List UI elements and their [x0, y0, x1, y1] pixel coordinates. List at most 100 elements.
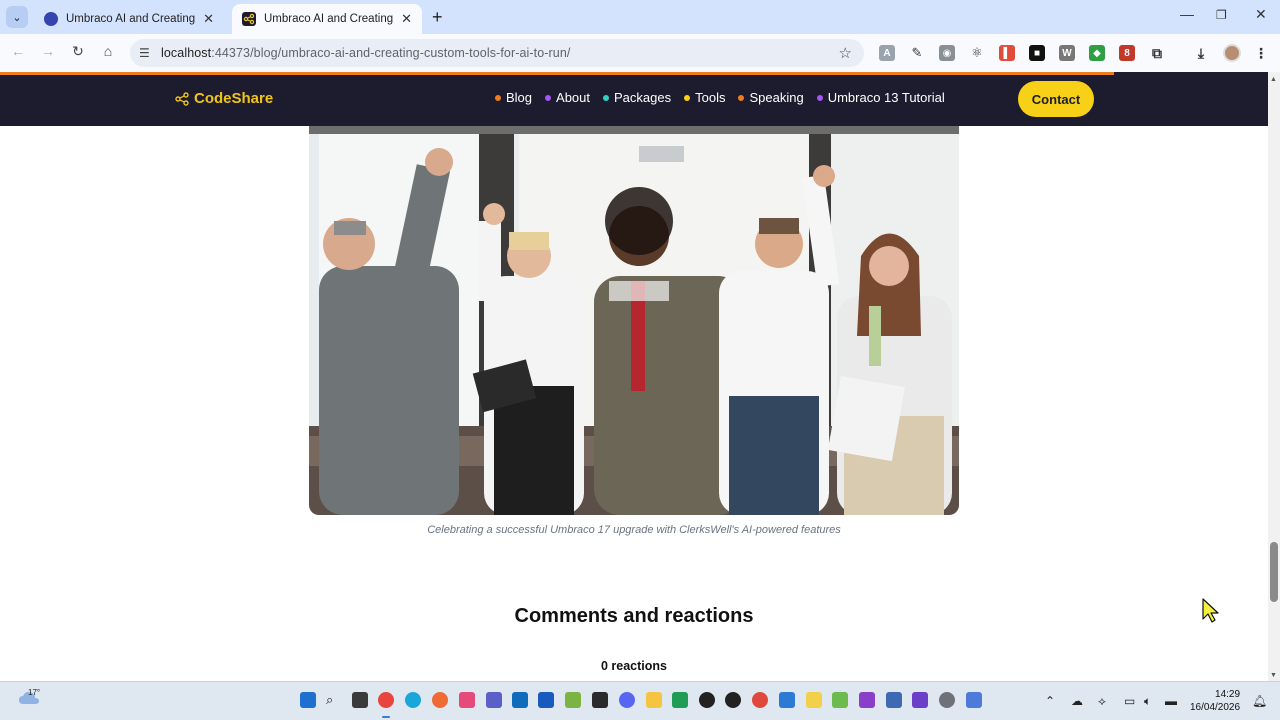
- extensions-puzzle-icon[interactable]: ⧉: [1149, 45, 1165, 61]
- scroll-down-arrow-icon[interactable]: ▼: [1270, 672, 1277, 679]
- page-scrollbar[interactable]: ▲ ▼: [1268, 72, 1280, 681]
- close-tab-icon[interactable]: ✕: [401, 11, 412, 27]
- settings-gear-icon[interactable]: [939, 692, 955, 708]
- terminal-icon[interactable]: [592, 692, 608, 708]
- battery-icon[interactable]: ▬: [1165, 694, 1177, 708]
- site-info-icon[interactable]: ☰: [139, 46, 153, 60]
- reload-button[interactable]: ↻: [68, 43, 88, 60]
- tab-title: Umbraco AI and Creating Custo: [264, 13, 394, 25]
- extension-react-icon[interactable]: ⚛: [969, 45, 985, 61]
- nav-item-umbraco-13-tutorial[interactable]: Umbraco 13 Tutorial: [816, 90, 945, 105]
- discord-icon[interactable]: [619, 692, 635, 708]
- scrollbar-thumb[interactable]: [1270, 542, 1278, 602]
- onedrive-icon[interactable]: ☁: [1071, 694, 1083, 708]
- comments-heading: Comments and reactions: [514, 605, 754, 627]
- mouse-cursor-icon: [1202, 598, 1219, 623]
- nav-item-packages[interactable]: Packages: [603, 90, 671, 105]
- snipping-tool-icon[interactable]: [806, 692, 822, 708]
- nav-dot-icon: [684, 94, 691, 101]
- back-button[interactable]: ←: [8, 43, 28, 59]
- display-icon[interactable]: ▭: [1124, 694, 1135, 708]
- clock-date: 16/04/2026: [1190, 702, 1241, 713]
- url-path: :44373/blog/umbraco-ai-and-creating-cust…: [211, 46, 571, 60]
- taskbar-clock[interactable]: 14:29 16/04/2026: [1190, 688, 1240, 714]
- file-explorer-icon[interactable]: [646, 692, 662, 708]
- extension-camera-icon[interactable]: ◉: [939, 45, 955, 61]
- slack-icon[interactable]: [459, 692, 475, 708]
- onenote-icon[interactable]: [859, 692, 875, 708]
- vscode-icon[interactable]: [779, 692, 795, 708]
- extension-leaf-icon[interactable]: ◆: [1089, 45, 1105, 61]
- downloads-icon[interactable]: ⤓: [1193, 45, 1209, 61]
- site-logo[interactable]: CodeShare: [175, 90, 273, 107]
- nav-label: About: [556, 90, 591, 105]
- os-taskbar: 17° ⌕ ⌃ ☁ ⟡ ▭ 🔈︎ ▬ 14:29 16/04/2026 🔔︎: [0, 681, 1280, 720]
- teams-icon[interactable]: [486, 692, 502, 708]
- extension-square-icon[interactable]: ■: [1029, 45, 1045, 61]
- tray-network-icon[interactable]: ⟡: [1098, 694, 1106, 709]
- browser-tab-2[interactable]: Umbraco AI and Creating Custo ✕: [232, 4, 422, 34]
- volume-icon[interactable]: 🔈︎: [1144, 694, 1151, 709]
- site-header: CodeShare Blog About Packages Tools Spea…: [0, 72, 1268, 126]
- extension-bookmark-icon[interactable]: ▌: [999, 45, 1015, 61]
- nav-item-tools[interactable]: Tools: [684, 90, 725, 105]
- minimize-window-button[interactable]: —: [1180, 6, 1194, 22]
- notifications-bell-icon[interactable]: 🔔︎: [1252, 694, 1267, 708]
- umbraco-favicon-icon: [44, 12, 58, 26]
- bookmark-star-icon[interactable]: ☆: [839, 44, 852, 62]
- article-hero-image: [309, 126, 959, 515]
- chrome-icon[interactable]: [378, 692, 394, 708]
- chrome-active-indicator: [382, 716, 390, 718]
- profile-avatar[interactable]: [1223, 44, 1241, 62]
- app-grid-icon[interactable]: [886, 692, 902, 708]
- nav-label: Blog: [506, 90, 533, 105]
- contact-button[interactable]: Contact: [1018, 81, 1094, 117]
- nav-item-about[interactable]: About: [545, 90, 590, 105]
- app-circle-icon[interactable]: [725, 692, 741, 708]
- tray-overflow-chevron-icon[interactable]: ⌃: [1045, 694, 1055, 708]
- nav-dot-icon: [545, 94, 552, 101]
- codeshare-favicon-icon: [242, 12, 256, 26]
- image-caption: Celebrating a successful Umbraco 17 upgr…: [427, 524, 841, 536]
- visual-studio-icon[interactable]: [912, 692, 928, 708]
- start-windows-icon[interactable]: [300, 692, 316, 708]
- extension-translate-icon[interactable]: A: [879, 45, 895, 61]
- browser-menu-icon[interactable]: ⋮: [1253, 45, 1269, 61]
- extension-w-icon[interactable]: W: [1059, 45, 1075, 61]
- app-red-icon[interactable]: [752, 692, 768, 708]
- word-icon[interactable]: [538, 692, 554, 708]
- nav-dot-icon: [738, 94, 745, 101]
- nav-dot-icon: [603, 94, 610, 101]
- forward-button[interactable]: →: [38, 43, 58, 59]
- close-window-button[interactable]: ✕: [1255, 6, 1267, 23]
- github-icon[interactable]: [699, 692, 715, 708]
- extension-badge-icon[interactable]: 8: [1119, 45, 1135, 61]
- close-tab-icon[interactable]: ✕: [203, 11, 214, 27]
- url-text[interactable]: localhost:44373/blog/umbraco-ai-and-crea…: [161, 46, 571, 60]
- edge-icon[interactable]: [405, 692, 421, 708]
- reading-progress-bar: [0, 72, 1114, 75]
- share-icon: [175, 91, 189, 106]
- new-tab-button[interactable]: +: [432, 7, 443, 28]
- clock-time: 14:29: [1215, 689, 1241, 700]
- nav-item-speaking[interactable]: Speaking: [738, 90, 804, 105]
- maximize-window-button[interactable]: ❐: [1216, 8, 1227, 22]
- notepad-icon[interactable]: [565, 692, 581, 708]
- extension-eyedropper-icon[interactable]: ✎: [909, 45, 925, 61]
- nav-label: Packages: [614, 90, 672, 105]
- article-content: Celebrating a successful Umbraco 17 upgr…: [0, 126, 1268, 681]
- app-blue-icon[interactable]: [966, 692, 982, 708]
- task-view-icon[interactable]: [352, 692, 368, 708]
- browser-tab-1[interactable]: Umbraco AI and Creating Custo ✕: [34, 4, 224, 34]
- nav-item-blog[interactable]: Blog: [495, 90, 532, 105]
- excel-icon[interactable]: [672, 692, 688, 708]
- taskbar-search-icon[interactable]: ⌕: [326, 692, 342, 708]
- address-bar[interactable]: ☰ localhost:44373/blog/umbraco-ai-and-cr…: [130, 39, 864, 67]
- main-nav: Blog About Packages Tools Speaking Umbra…: [495, 90, 945, 105]
- tab-search-button[interactable]: ⌄: [6, 6, 28, 28]
- home-button[interactable]: ⌂: [98, 43, 118, 59]
- brave-icon[interactable]: [432, 692, 448, 708]
- outlook-icon[interactable]: [512, 692, 528, 708]
- scroll-up-arrow-icon[interactable]: ▲: [1270, 76, 1277, 83]
- app-green-icon[interactable]: [832, 692, 848, 708]
